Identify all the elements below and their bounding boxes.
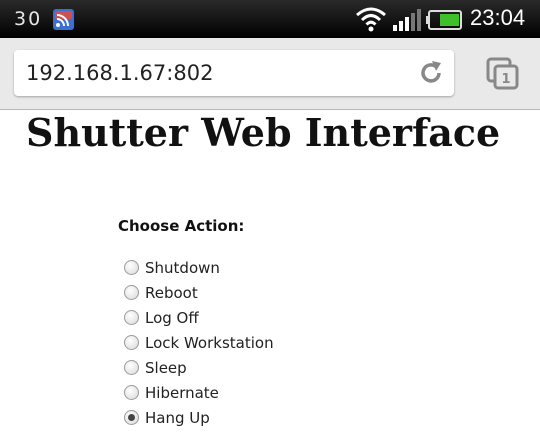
radio-button[interactable] — [124, 310, 139, 325]
radio-button[interactable] — [124, 385, 139, 400]
option-label: Shutdown — [145, 258, 220, 277]
action-option[interactable]: Log Off — [124, 305, 274, 330]
radio-button[interactable] — [124, 410, 139, 425]
option-label: Hibernate — [145, 383, 219, 402]
action-option[interactable]: Hibernate — [124, 380, 274, 405]
action-option[interactable]: Hang Up — [124, 405, 274, 430]
action-option[interactable]: Shutdown — [124, 255, 274, 280]
page-title: Shutter Web Interface — [26, 110, 501, 155]
action-options: Shutdown Reboot Log Off Lock Workstation Sle… — [118, 255, 274, 430]
radio-button[interactable] — [124, 285, 139, 300]
battery-icon — [426, 10, 462, 30]
radio-button[interactable] — [124, 260, 139, 275]
choose-action-label: Choose Action: — [118, 217, 245, 235]
status-text: 30 — [14, 8, 43, 30]
browser-toolbar: 192.168.1.67:802 1 — [0, 38, 540, 110]
status-bar: 30 23:04 — [0, 0, 540, 38]
option-label: Sleep — [145, 358, 187, 377]
rss-icon — [53, 9, 74, 30]
url-text[interactable]: 192.168.1.67:802 — [26, 61, 213, 85]
action-option[interactable]: Reboot — [124, 280, 274, 305]
action-option[interactable]: Lock Workstation — [124, 330, 274, 355]
option-label: Log Off — [145, 308, 199, 327]
refresh-icon[interactable] — [418, 60, 444, 86]
option-label: Hang Up — [145, 408, 210, 427]
address-bar[interactable]: 192.168.1.67:802 — [14, 50, 454, 96]
action-form: Choose Action: Shutdown Reboot Log Off Lock… — [118, 217, 274, 430]
option-label: Lock Workstation — [145, 333, 274, 352]
tabs-icon[interactable]: 1 — [486, 57, 520, 91]
tab-count: 1 — [501, 72, 510, 87]
action-option[interactable]: Sleep — [124, 355, 274, 380]
radio-button[interactable] — [124, 335, 139, 350]
signal-icon — [393, 9, 421, 31]
radio-button[interactable] — [124, 360, 139, 375]
option-label: Reboot — [145, 283, 198, 302]
clock: 23:04 — [470, 5, 526, 30]
wifi-icon — [356, 7, 386, 32]
